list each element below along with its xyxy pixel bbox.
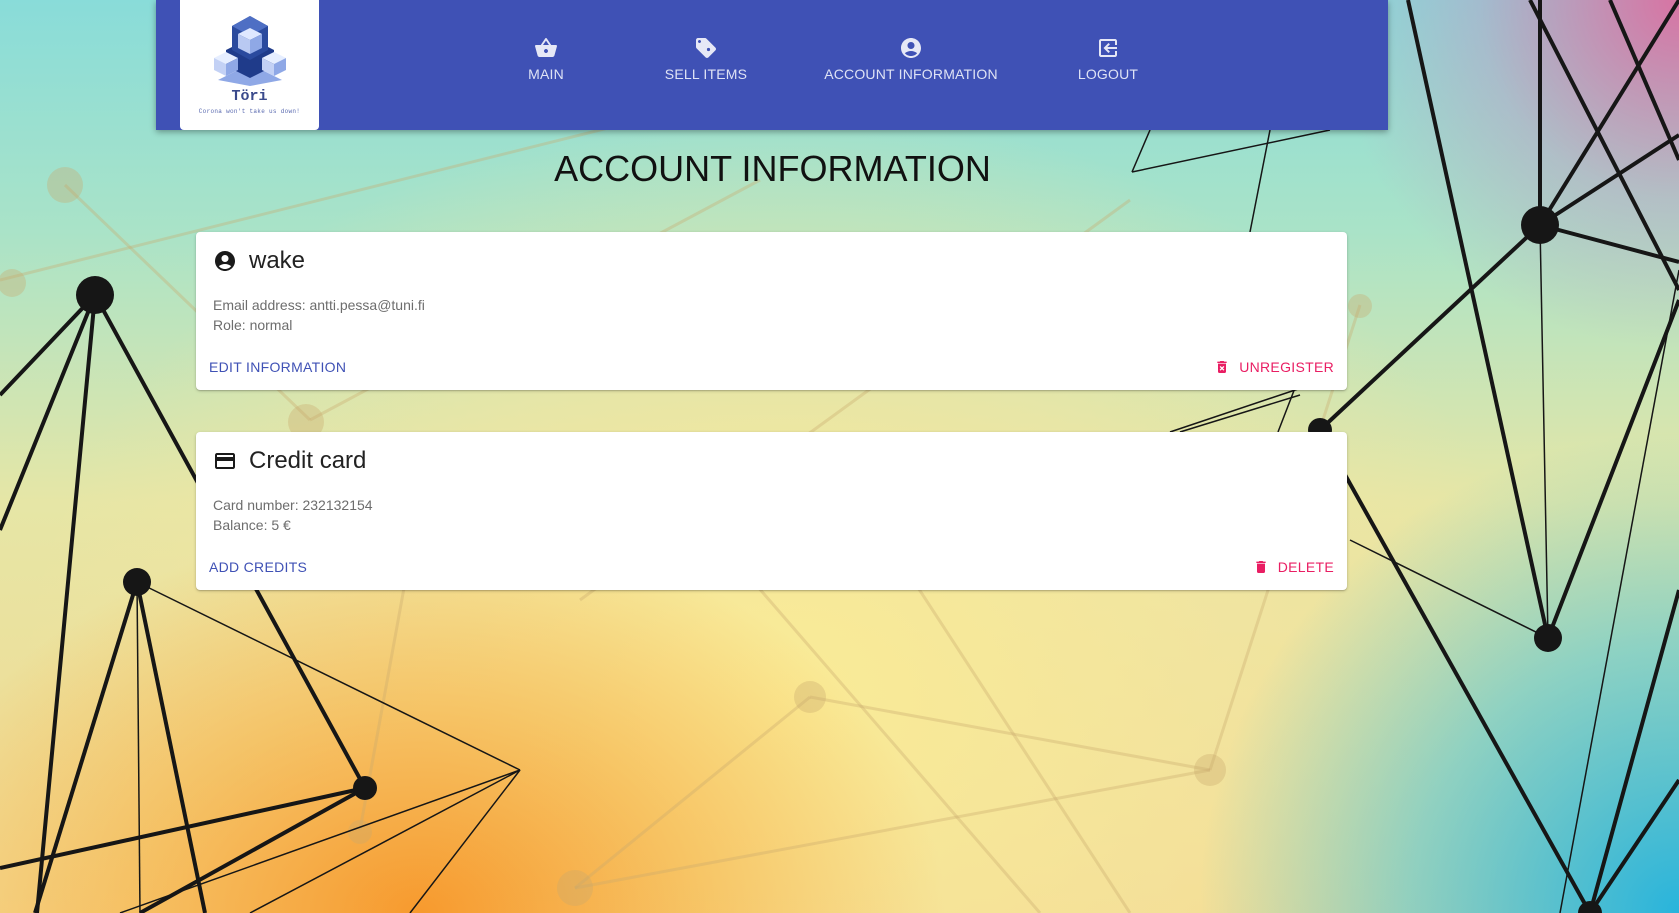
logo-slogan: Corona won't take us down! (198, 108, 301, 115)
logo[interactable]: Töri Corona won't take us down! (180, 0, 319, 130)
credit-card-icon (215, 453, 235, 469)
delete-label: DELETE (1277, 559, 1334, 575)
trash-icon (1256, 561, 1266, 573)
balance-line: Balance: 5 € (213, 517, 291, 533)
nav-item-sell-items[interactable]: SELL ITEMS (658, 0, 754, 130)
account-card: wake Email address: antti.pessa@tuni.fi … (196, 232, 1347, 390)
account-card-header: wake (213, 247, 305, 275)
tag-icon (696, 38, 716, 58)
credit-card-header: Credit card (213, 447, 366, 475)
basket-icon (535, 38, 557, 57)
credit-card-title: Credit card (249, 447, 367, 474)
account-details: Email address: antti.pessa@tuni.fi Role:… (213, 295, 425, 335)
card-number-line: Card number: 232132154 (213, 497, 373, 513)
account-username: wake (249, 247, 306, 274)
top-navbar: Töri Corona won't take us down! MAIN SEL… (156, 0, 1388, 130)
nav-item-main[interactable]: MAIN (500, 0, 592, 130)
logo-title: Töri (231, 88, 268, 105)
unregister-button[interactable]: UNREGISTER (1214, 359, 1334, 375)
credit-card-card: Credit card Card number: 232132154 Balan… (196, 432, 1347, 590)
nav-item-logout[interactable]: LOGOUT (1068, 0, 1148, 130)
nav-item-label: MAIN (528, 66, 564, 82)
account-circle-icon (215, 251, 235, 271)
edit-information-button[interactable]: EDIT INFORMATION (209, 359, 346, 375)
page-title: ACCOUNT INFORMATION (554, 148, 991, 189)
nav-item-label: ACCOUNT INFORMATION (824, 66, 998, 82)
nav-item-account-information[interactable]: ACCOUNT INFORMATION (816, 0, 1006, 130)
unregister-label: UNREGISTER (1239, 359, 1334, 375)
nav-item-label: LOGOUT (1077, 66, 1139, 82)
delete-card-button[interactable]: DELETE (1253, 559, 1334, 575)
account-circle-icon (901, 38, 921, 58)
nav-item-label: SELL ITEMS (664, 66, 748, 82)
role-line: Role: normal (213, 317, 293, 333)
add-credits-button[interactable]: ADD CREDITS (209, 559, 307, 575)
delete-forever-icon (1217, 361, 1227, 373)
logout-icon (1099, 39, 1117, 57)
email-address-line: Email address: antti.pessa@tuni.fi (213, 297, 425, 313)
tori-logo-icon (214, 16, 286, 86)
credit-card-details: Card number: 232132154 Balance: 5 € (213, 495, 373, 535)
